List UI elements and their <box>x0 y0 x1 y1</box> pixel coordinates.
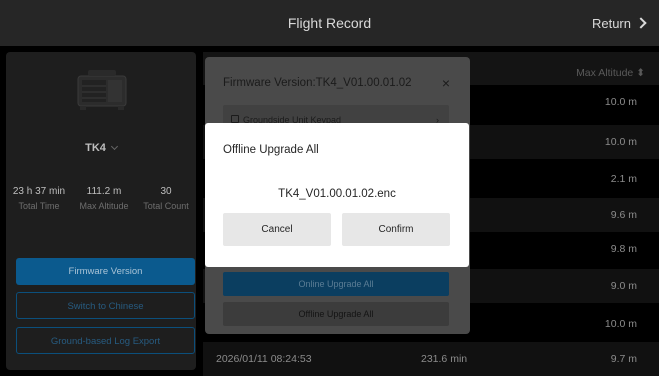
stat-label: Total Count <box>143 201 189 211</box>
keypad-icon <box>231 115 239 123</box>
modal-title: Offline Upgrade All <box>223 144 319 156</box>
stat-value: 23 h 37 min <box>12 186 66 197</box>
stat-label: Max Altitude <box>79 201 129 211</box>
device-panel: TK4 23 h 37 min Total Time 111.2 m Max A… <box>6 52 196 370</box>
sort-icon: ⬍ <box>636 67 645 79</box>
page-title: Flight Record <box>287 15 372 31</box>
stat-max-altitude: 111.2 m Max Altitude <box>70 186 138 211</box>
stat-label: Total Time <box>18 201 60 211</box>
device-name: TK4 <box>85 142 106 154</box>
close-icon[interactable]: × <box>442 75 450 91</box>
stat-total-count: 30 Total Count <box>136 186 196 211</box>
device-selector[interactable]: TK4 <box>6 142 196 154</box>
duration-cell: 231.6 min <box>421 353 468 365</box>
altitude-cell: 2.1 m <box>610 173 637 185</box>
switch-language-button[interactable]: Switch to Chinese <box>16 292 195 319</box>
return-button[interactable]: Return <box>591 0 647 46</box>
firmware-filename: TK4_V01.00.01.02.enc <box>278 188 396 200</box>
stat-value: 30 <box>160 186 172 197</box>
firmware-dialog-title: Firmware Version:TK4_V01.00.01.02 <box>223 77 412 89</box>
altitude-cell: 9.0 m <box>610 280 637 292</box>
cancel-button[interactable]: Cancel <box>223 213 331 246</box>
offline-upgrade-button[interactable]: Offline Upgrade All <box>223 302 449 326</box>
altitude-cell: 9.7 m <box>610 353 637 365</box>
altitude-cell: 9.6 m <box>610 209 637 221</box>
log-export-button[interactable]: Ground-based Log Export <box>16 327 195 354</box>
chevron-down-icon <box>110 142 118 151</box>
title-bar: Flight Record Return <box>0 0 659 46</box>
return-label: Return <box>591 15 631 31</box>
table-row[interactable]: 2026/01/11 08:24:53 231.6 min 9.7 m <box>203 342 659 376</box>
stat-total-time: 23 h 37 min Total Time <box>6 186 72 211</box>
offline-upgrade-modal: Offline Upgrade All TK4_V01.00.01.02.enc… <box>205 123 469 267</box>
chevron-right-icon <box>635 17 647 29</box>
firmware-version-button[interactable]: Firmware Version <box>16 258 195 285</box>
altitude-cell: 10.0 m <box>604 136 637 148</box>
device-image <box>77 70 127 110</box>
altitude-cell: 10.0 m <box>604 318 637 330</box>
stat-value: 111.2 m <box>86 186 122 197</box>
online-upgrade-button[interactable]: Online Upgrade All <box>223 272 449 296</box>
altitude-cell: 10.0 m <box>604 96 637 108</box>
altitude-cell: 9.8 m <box>610 243 637 255</box>
date-cell: 2026/01/11 08:24:53 <box>216 353 312 365</box>
confirm-button[interactable]: Confirm <box>342 213 450 246</box>
